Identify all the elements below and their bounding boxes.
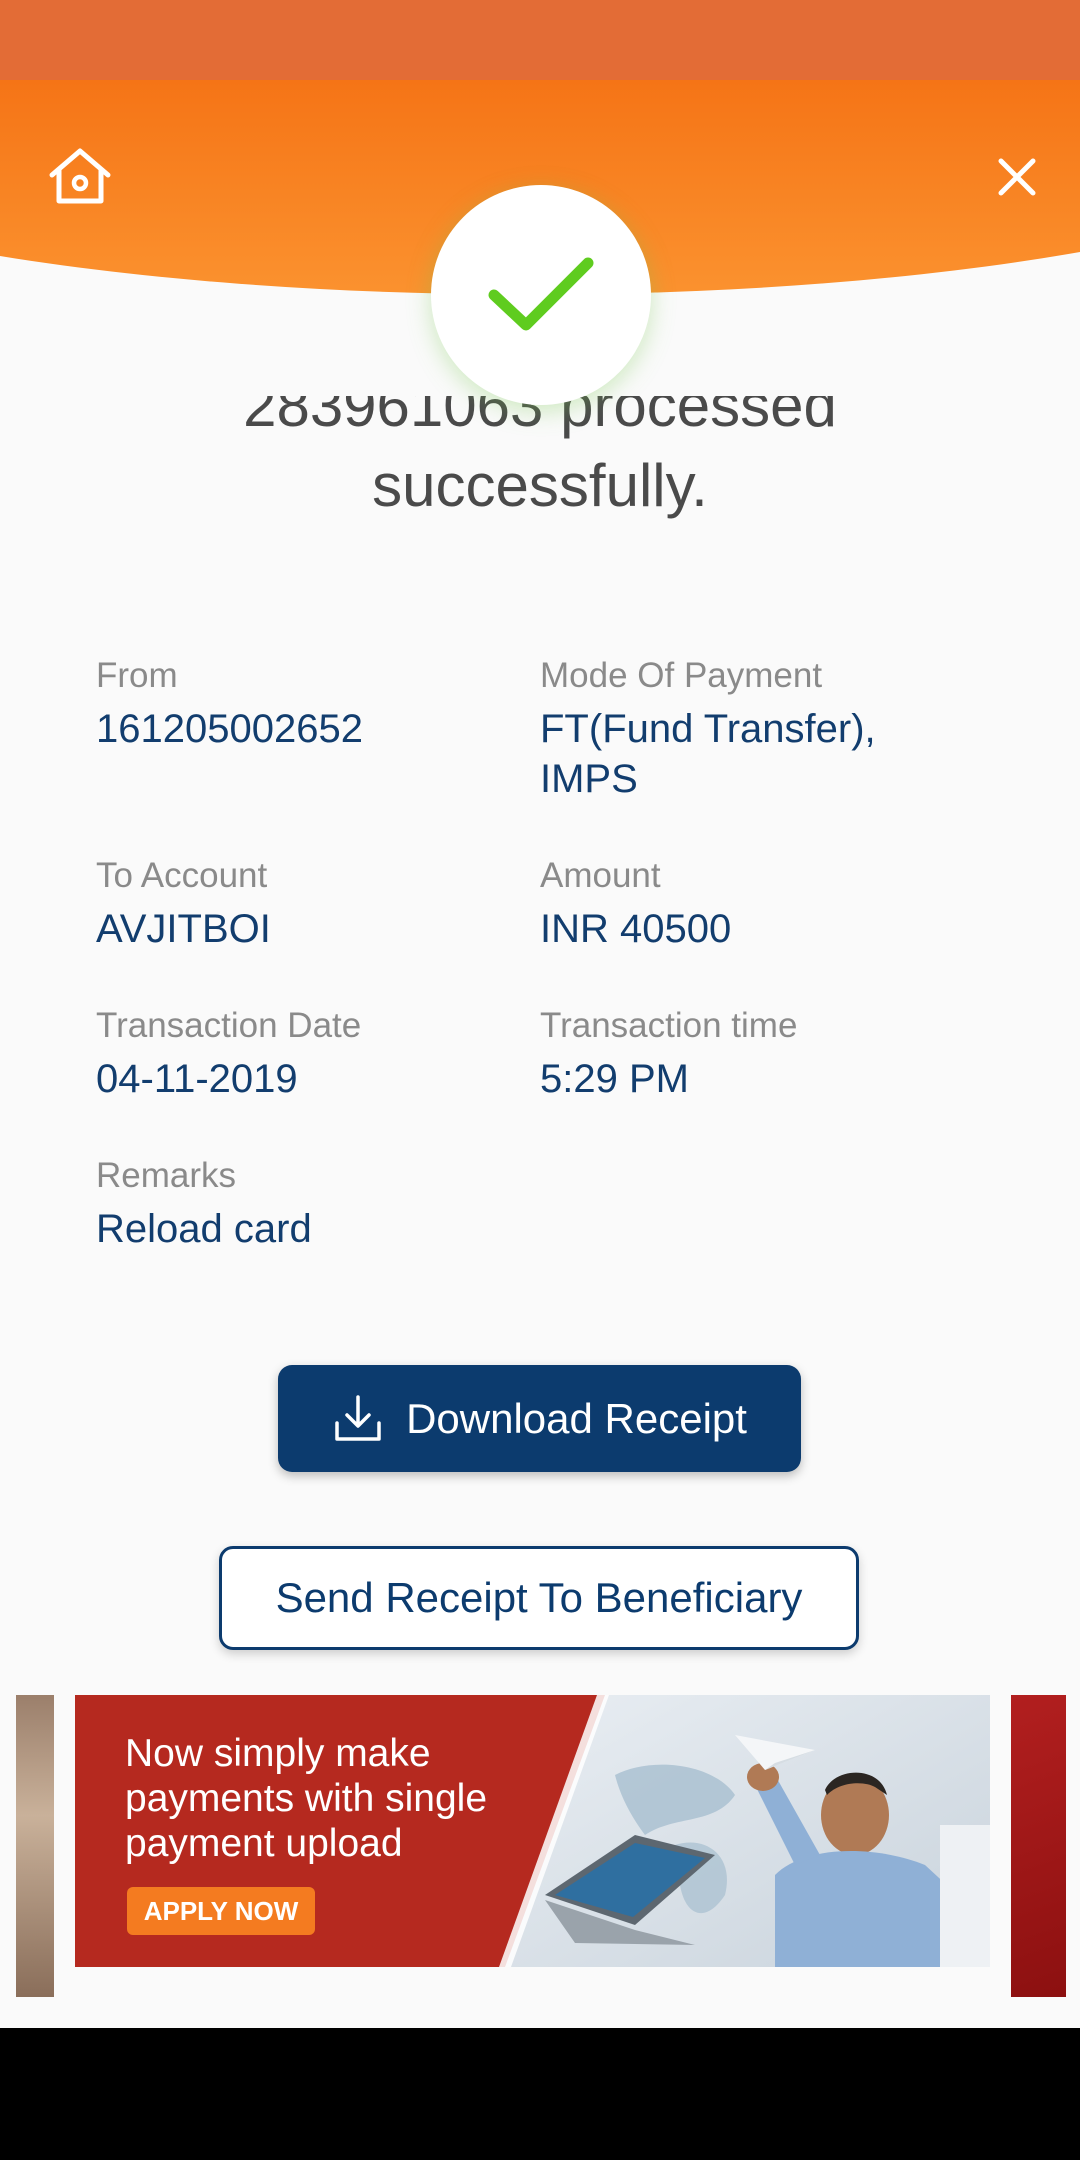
download-receipt-label: Download Receipt: [406, 1394, 747, 1442]
mode-label: Mode Of Payment: [540, 656, 823, 695]
mode-value-line-1: FT(Fund Transfer),: [540, 707, 876, 751]
detail-remarks: Remarks Reload card: [96, 1154, 312, 1254]
download-icon: [335, 1394, 381, 1441]
apply-now-button[interactable]: APPLY NOW: [127, 1887, 315, 1935]
from-value: 161205002652: [96, 707, 363, 751]
banner-headline-line-1: Now simply make: [125, 1732, 431, 1775]
send-receipt-label: Send Receipt To Beneficiary: [275, 1574, 803, 1621]
amount-label: Amount: [540, 856, 661, 895]
transaction-date-value: 04-11-2019: [96, 1057, 298, 1101]
close-icon: [998, 158, 1036, 196]
success-badge: [431, 185, 651, 405]
check-icon: [488, 257, 594, 331]
banner-headline-line-2: payments with single: [125, 1777, 488, 1820]
home-button[interactable]: [44, 140, 116, 212]
app-screen: 283961063 processed successfully. From 1…: [0, 0, 1080, 2028]
promo-banner[interactable]: Now simply make payments with single pay…: [75, 1695, 990, 1967]
success-message-line-2: successfully.: [372, 452, 708, 519]
detail-transaction-date: Transaction Date 04-11-2019: [96, 1004, 361, 1104]
to-account-label: To Account: [96, 856, 268, 895]
banner-headline-line-3: payment upload: [125, 1822, 403, 1865]
home-icon: [49, 148, 111, 204]
remarks-value: Reload card: [96, 1207, 312, 1251]
send-receipt-button[interactable]: Send Receipt To Beneficiary: [219, 1546, 859, 1650]
remarks-label: Remarks: [96, 1156, 237, 1195]
transaction-date-label: Transaction Date: [96, 1006, 362, 1045]
detail-transaction-time: Transaction time 5:29 PM: [540, 1004, 797, 1104]
download-receipt-button[interactable]: Download Receipt: [278, 1365, 801, 1472]
detail-to-account: To Account AVJITBOI: [96, 854, 271, 954]
close-button[interactable]: [990, 150, 1044, 204]
banner-headline: Now simply make payments with single pay…: [125, 1731, 585, 1866]
transaction-time-label: Transaction time: [540, 1006, 798, 1045]
amount-value: INR 40500: [540, 907, 732, 951]
from-label: From: [96, 656, 178, 695]
carousel-next-banner[interactable]: [1011, 1695, 1066, 1997]
detail-from: From 161205002652: [96, 654, 363, 754]
to-account-value: AVJITBOI: [96, 907, 271, 951]
detail-amount: Amount INR 40500: [540, 854, 731, 954]
mode-value-line-2: IMPS: [540, 757, 638, 801]
carousel-previous-banner[interactable]: [16, 1695, 54, 1997]
status-bar: [0, 0, 1080, 80]
detail-mode-of-payment: Mode Of Payment FT(Fund Transfer), IMPS: [540, 654, 876, 804]
transaction-time-value: 5:29 PM: [540, 1057, 689, 1101]
